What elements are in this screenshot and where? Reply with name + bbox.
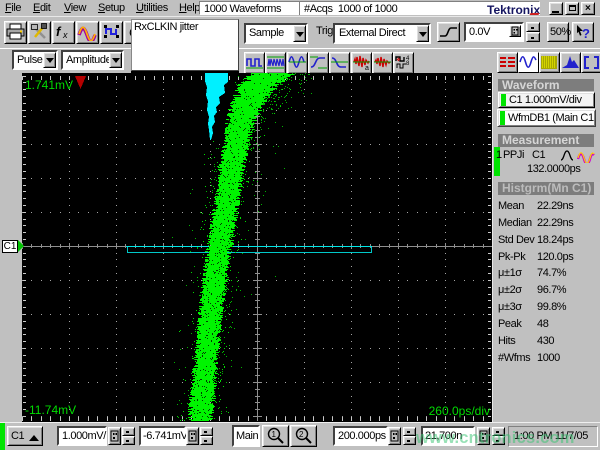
svg-text:f: f xyxy=(56,24,62,39)
svg-text:1: 1 xyxy=(272,430,277,439)
svg-text:260.0ps/div: 260.0ps/div xyxy=(429,404,490,418)
svg-text:a: a xyxy=(365,65,369,72)
svg-text:8: 8 xyxy=(406,61,410,67)
svg-text:2: 2 xyxy=(299,430,304,439)
svg-text:1.741mV: 1.741mV xyxy=(25,78,73,92)
svg-text:?: ? xyxy=(582,26,590,41)
svg-text:x: x xyxy=(62,30,68,40)
svg-text:-11.74mV: -11.74mV xyxy=(25,403,76,417)
